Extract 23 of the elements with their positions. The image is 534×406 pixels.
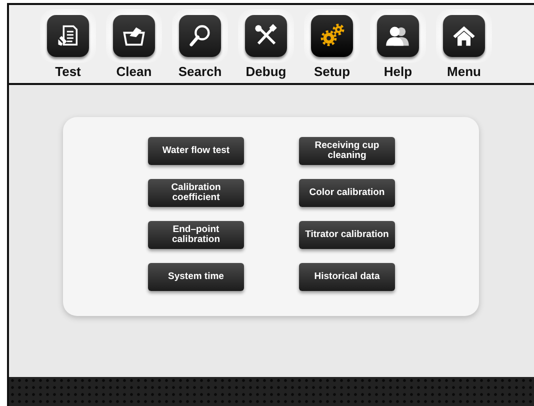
toolbar-button[interactable] xyxy=(436,9,492,63)
toolbar-label: Menu xyxy=(447,64,481,79)
settings-button[interactable]: Calibration coefficient xyxy=(148,179,244,207)
toolbar-button[interactable] xyxy=(304,9,360,63)
settings-button[interactable]: Titrator calibration xyxy=(299,221,395,249)
toolbar-label: Search xyxy=(178,64,222,79)
toolbar-label: Help xyxy=(384,64,412,79)
toolbar-button[interactable] xyxy=(172,9,228,63)
settings-button[interactable]: Receiving cup cleaning xyxy=(299,137,395,165)
settings-button[interactable]: System time xyxy=(148,263,244,291)
toolbar-label: Clean xyxy=(116,64,152,79)
toolbar-label: Debug xyxy=(246,64,286,79)
toolbar-button[interactable] xyxy=(40,9,96,63)
toolbar-label: Test xyxy=(55,64,81,79)
toolbar-button[interactable] xyxy=(238,9,294,63)
settings-button[interactable]: End–point calibration xyxy=(148,221,244,249)
gears-icon xyxy=(319,23,345,49)
toolbar-button[interactable] xyxy=(106,9,162,63)
settings-button[interactable]: Historical data xyxy=(299,263,395,291)
toolbar-label: Setup xyxy=(314,64,350,79)
toolbar-button[interactable] xyxy=(370,9,426,63)
settings-button[interactable]: Water flow test xyxy=(148,137,244,165)
settings-button[interactable]: Color calibration xyxy=(299,179,395,207)
